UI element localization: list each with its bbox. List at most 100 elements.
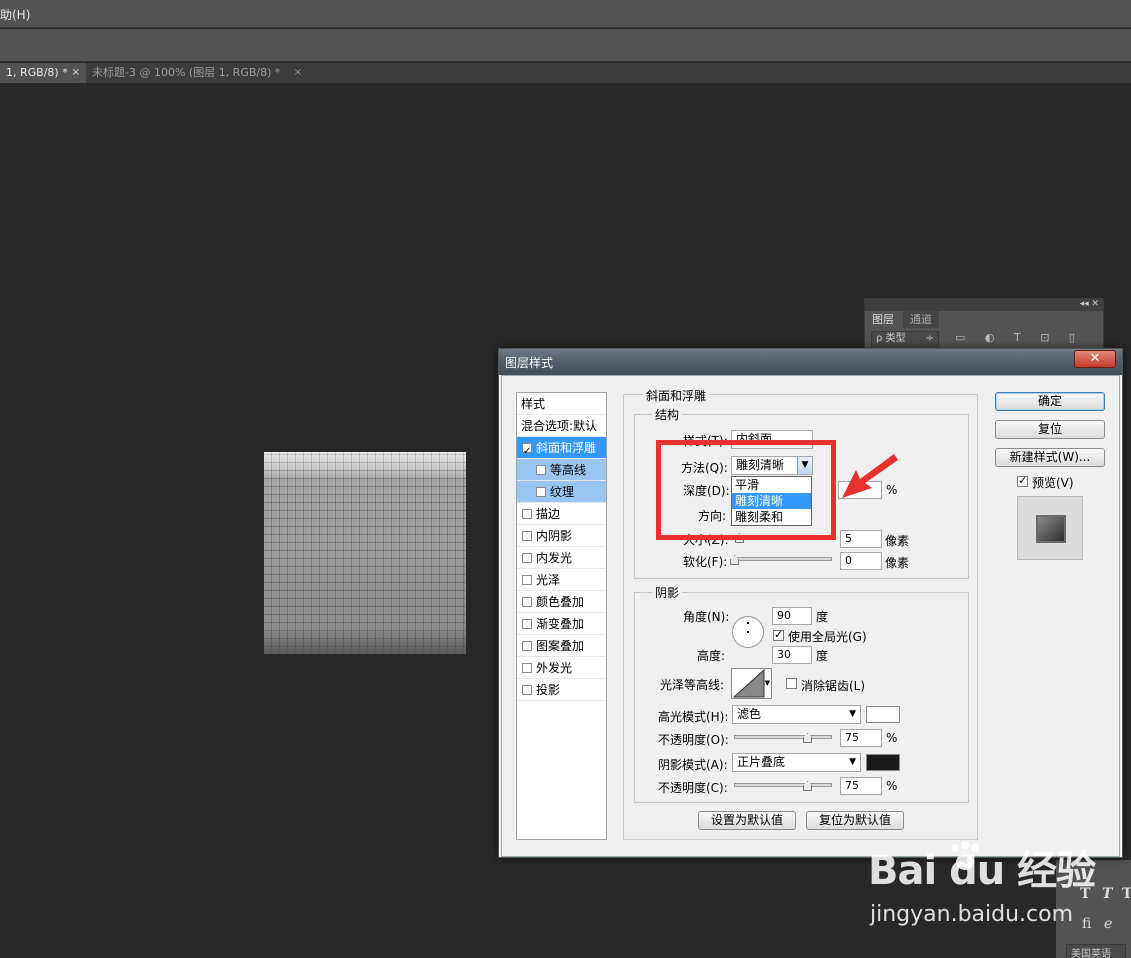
checkbox[interactable] [522,685,532,695]
style-item-bevel-emboss[interactable]: 斜面和浮雕 [517,437,606,459]
checkbox[interactable] [522,663,532,673]
highlight-opacity-slider[interactable] [734,735,832,739]
close-icon[interactable]: × [294,63,302,83]
checkbox[interactable] [522,619,532,629]
ok-button[interactable]: 确定 [995,392,1105,411]
filter-arrow-icon: ÷ [925,333,934,344]
gloss-contour-picker[interactable]: ▼ [731,668,772,699]
global-light-label[interactable]: 使用全局光(G) [788,628,867,645]
shadow-color-swatch[interactable] [866,754,900,771]
checkbox[interactable] [522,509,532,519]
close-button[interactable]: ✕ [1074,350,1116,368]
style-item-texture[interactable]: 纹理 [517,481,606,503]
angle-dial[interactable] [732,616,764,648]
shadow-mode-value: 正片叠底 [737,755,786,769]
style-item-label: 图案叠加 [536,639,585,653]
altitude-label: 高度: [697,649,726,663]
shadow-opacity-slider[interactable] [734,783,832,787]
style-item-inner-glow[interactable]: 内发光 [517,547,606,569]
style-item-stroke[interactable]: 描边 [517,503,606,525]
type-icon[interactable]: T [1122,886,1131,902]
style-item-label: 外发光 [536,661,573,675]
style-item-satin[interactable]: 光泽 [517,569,606,591]
document-tab-2[interactable]: 未标题-3 @ 100% (图层 1, RGB/8) * × [86,63,308,83]
angle-dial-center [747,631,749,633]
panel-collapse-buttons[interactable]: ◂◂ ✕ [865,299,1103,311]
paw-icon [951,841,979,870]
highlight-mode-select[interactable]: 滤色 ▼ [732,705,861,724]
chevron-down-icon: ▼ [849,709,856,719]
style-item-contour[interactable]: 等高线 [517,459,606,481]
bevel-emboss-title: 斜面和浮雕 [643,387,710,404]
style-item-gradient-overlay[interactable]: 渐变叠加 [517,613,606,635]
highlight-opacity-input[interactable]: 75 [840,729,882,747]
document-tab-1[interactable]: 1, RGB/8) * × [0,63,86,83]
global-light-checkbox[interactable] [773,628,784,641]
make-default-button[interactable]: 设置为默认值 [698,811,796,830]
style-item-color-overlay[interactable]: 颜色叠加 [517,591,606,613]
tab-channels[interactable]: 通道 [903,311,939,328]
checkbox[interactable] [522,575,532,585]
style-item-pattern-overlay[interactable]: 图案叠加 [517,635,606,657]
style-item-label: 投影 [536,683,561,697]
close-icon[interactable]: × [72,63,80,83]
angle-unit: 度 [816,610,829,624]
checkbox[interactable] [522,531,532,541]
shadow-mode-select[interactable]: 正片叠底 ▼ [732,753,861,772]
altitude-input[interactable]: 30 [772,646,812,664]
document-tab-label: 1, RGB/8) * [6,66,68,79]
style-item-label: 渐变叠加 [536,617,585,631]
angle-input[interactable]: 90 [772,607,812,625]
shadow-mode-label: 阴影模式(A): [658,758,728,772]
menu-help[interactable]: 助(H) [0,6,30,23]
checkbox[interactable] [522,641,532,651]
style-preview-thumbnail [1017,496,1083,560]
style-item-outer-glow[interactable]: 外发光 [517,657,606,679]
layer-filter-icons[interactable]: ▭ ◐ T ⊡ ▯ [955,331,1083,344]
shading-title: 阴影 [652,584,683,601]
dialog-title: 图层样式 [505,356,554,370]
shadow-opacity-input[interactable]: 75 [840,777,882,795]
style-item-label: 内阴影 [536,529,573,543]
size-input[interactable]: 5 [840,530,882,548]
style-list-header[interactable]: 样式 [517,393,606,415]
highlight-mode-value: 滤色 [737,707,762,721]
style-item-label: 纹理 [550,485,575,499]
highlight-box [656,440,836,540]
preview-checkbox[interactable] [1017,474,1028,487]
checkbox[interactable] [522,441,532,458]
checkbox[interactable] [536,487,546,497]
ligature-icon[interactable]: fi [1082,916,1091,932]
italic-type-icon[interactable]: T [1102,886,1112,902]
anti-alias-checkbox[interactable] [786,678,797,689]
checkbox[interactable] [536,465,546,475]
menu-bar: 助(H) [0,0,1131,28]
reset-button[interactable]: 复位 [995,420,1105,439]
style-item-blending-options[interactable]: 混合选项:默认 [517,415,606,437]
checkbox[interactable] [522,597,532,607]
checkbox[interactable] [522,553,532,563]
style-item-label: 颜色叠加 [536,595,585,609]
contour-icon [733,669,765,698]
language-select[interactable]: 美国英语 [1066,944,1126,958]
anti-alias-label[interactable]: 消除锯齿(L) [801,677,865,694]
swash-icon[interactable]: ℯ [1104,916,1112,932]
soften-input[interactable]: 0 [840,552,882,570]
tab-layers[interactable]: 图层 [865,311,901,328]
highlight-color-swatch[interactable] [866,706,900,723]
filter-label: ρ 类型 [876,333,906,344]
style-item-inner-shadow[interactable]: 内阴影 [517,525,606,547]
watermark-url: jingyan.baidu.com [870,902,1074,927]
chevron-down-icon[interactable]: ▼ [765,679,770,687]
shadow-opacity-unit: % [886,779,898,793]
soften-unit: 像素 [885,556,910,570]
style-item-drop-shadow[interactable]: 投影 [517,679,606,701]
options-bar [0,29,1131,62]
preview-label[interactable]: 预览(V) [1032,474,1074,491]
soften-slider[interactable] [734,557,832,561]
dialog-titlebar[interactable]: 图层样式 ✕ [499,349,1122,375]
chevron-down-icon: ▼ [849,757,856,767]
reset-default-button[interactable]: 复位为默认值 [806,811,904,830]
layer-filter-select[interactable]: ρ 类型 ÷ [871,331,939,347]
new-style-button[interactable]: 新建样式(W)... [995,448,1105,467]
